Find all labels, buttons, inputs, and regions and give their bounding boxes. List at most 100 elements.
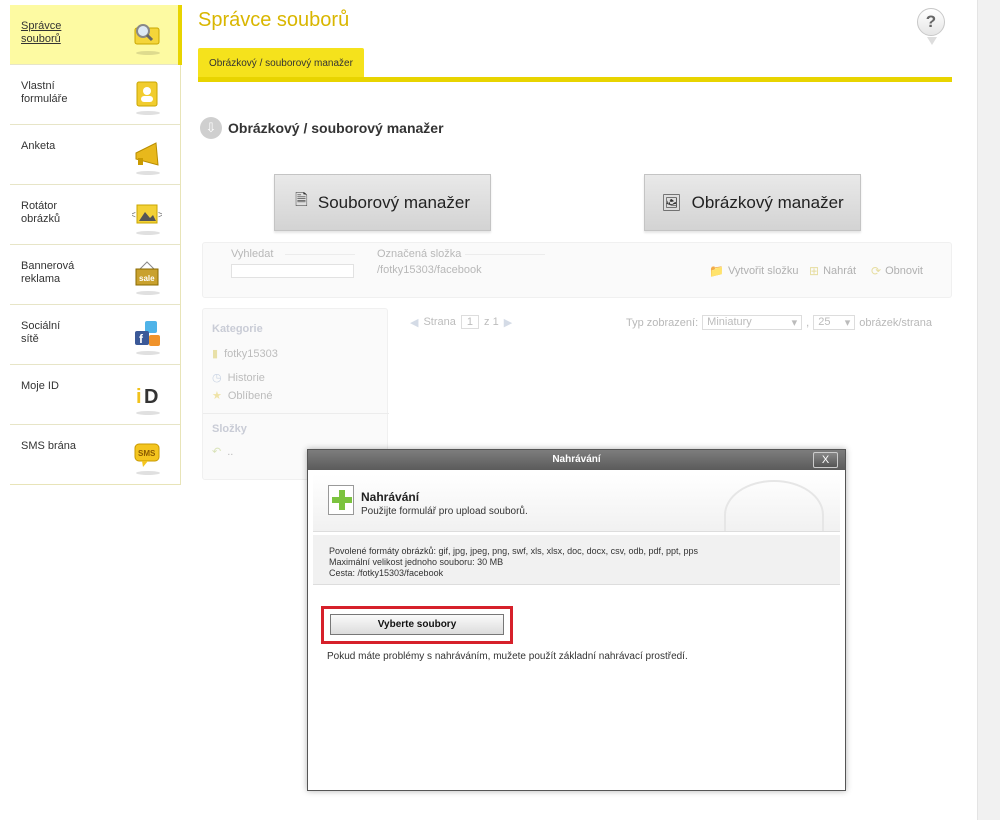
refresh-button[interactable]: ⟳ Obnovit	[871, 264, 923, 278]
sidebar-item-file-manager[interactable]: Správce souborů	[10, 5, 180, 65]
sidebar-item-label: Vlastní formuláře	[21, 80, 68, 105]
sidebar-item-poll[interactable]: Anketa	[10, 125, 180, 185]
section-title: Obrázkový / souborový manažer	[228, 120, 444, 136]
sidebar-item-banner[interactable]: Bannerová reklama sale	[10, 245, 180, 305]
svg-text:sale: sale	[139, 274, 155, 283]
category-label: fotky15303	[224, 347, 278, 360]
divider	[203, 413, 389, 414]
sidebar-item-label: Anketa	[21, 140, 56, 152]
svg-text:>: >	[158, 210, 162, 221]
sidebar-item-social[interactable]: Sociální sítě f	[10, 305, 180, 365]
sidebar-item-label: Bannerová reklama	[21, 260, 75, 285]
category-item[interactable]: ▮ fotky15303	[212, 347, 278, 361]
refresh-label: Obnovit	[885, 265, 923, 277]
create-folder-button[interactable]: 📁 Vytvořit složku	[709, 264, 798, 278]
sidebar: Správce souborů Vlastní formuláře Anketa…	[10, 5, 181, 485]
sidebar-item-label: Rotátor obrázků	[21, 200, 61, 225]
upload-dialog: Nahrávání X Nahrávání Použijte formulář …	[307, 449, 846, 791]
page-of-label: z 1	[484, 316, 499, 328]
upload-info: Povolené formáty obrázků: gif, jpg, jpeg…	[313, 535, 840, 585]
dialog-heading: Nahrávání	[361, 490, 420, 504]
files-icon: 🗎	[294, 192, 308, 209]
chevron-down-icon: ▾	[791, 317, 798, 329]
sidebar-item-label: Sociální sítě	[21, 320, 61, 345]
divider	[465, 254, 545, 255]
sidebar-item-image-rotator[interactable]: Rotátor obrázků < >	[10, 185, 180, 245]
folder-add-icon: 📁	[709, 264, 724, 278]
images-icon: 🖼	[661, 194, 682, 212]
view-type-label: Typ zobrazení:	[626, 316, 699, 329]
mojeid-icon: iD	[132, 379, 162, 415]
dialog-titlebar[interactable]: Nahrávání X	[308, 450, 845, 470]
folder-label: Označená složka	[377, 248, 462, 260]
arrow-down-icon: ⇩	[200, 117, 222, 139]
svg-text:i: i	[136, 386, 142, 408]
max-file-size: Maximální velikost jednoho souboru: 30 M…	[329, 557, 504, 567]
view-type-select[interactable]: Miniatury ▾	[702, 315, 803, 330]
category-item[interactable]: ◷ Historie	[212, 371, 265, 385]
pager: ◀ Strana 1 z 1 ▶	[410, 315, 512, 329]
allowed-formats: Povolené formáty obrázků: gif, jpg, jpeg…	[329, 546, 699, 556]
close-icon[interactable]: X	[813, 452, 838, 468]
sidebar-item-sms-gateway[interactable]: SMS brána SMS	[10, 425, 180, 485]
image-rotator-icon: < >	[130, 199, 164, 235]
per-page-value: 25	[818, 316, 831, 328]
choose-files-button[interactable]: Vyberte soubory	[330, 614, 504, 635]
dialog-header: Nahrávání Použijte formulář pro upload s…	[313, 474, 840, 532]
create-folder-label: Vytvořit složku	[727, 265, 799, 277]
upload-button[interactable]: ⊞ Nahrát	[809, 264, 856, 278]
highlight-box: Vyberte soubory	[321, 606, 513, 644]
sidebar-item-mojeid[interactable]: Moje ID iD	[10, 365, 180, 425]
image-manager-button-label: Obrázkový manažer	[691, 192, 844, 212]
file-manager-button-label: Souborový manažer	[317, 192, 470, 212]
sidebar-item-custom-forms[interactable]: Vlastní formuláře	[10, 65, 180, 125]
scrollbar[interactable]	[977, 0, 1000, 820]
dialog-subtitle: Použijte formulář pro upload souborů.	[361, 506, 528, 517]
file-manager-button[interactable]: 🗎 Souborový manažer	[274, 174, 491, 231]
upload-hint: Pokud máte problémy s nahráváním, mužete…	[327, 651, 688, 662]
document-icon: ▮	[212, 348, 219, 360]
folder-path: /fotky15303/facebook	[377, 264, 482, 276]
manager-toolbar: Vyhledat Označená složka /fotky15303/fac…	[202, 242, 952, 298]
view-options: Typ zobrazení: Miniatury ▾ , 25 ▾ obráze…	[626, 315, 932, 330]
contact-card-icon	[132, 79, 162, 115]
view-type-value: Miniatury	[707, 316, 752, 328]
svg-text:SMS: SMS	[138, 449, 156, 458]
folder-item[interactable]: ↶..	[212, 445, 234, 459]
upload-label: Nahrát	[823, 265, 857, 277]
svg-text:D: D	[144, 386, 158, 408]
refresh-icon: ⟳	[871, 264, 882, 278]
category-item[interactable]: ★ Oblíbené	[212, 389, 273, 403]
search-input[interactable]	[231, 264, 354, 278]
upload-icon: ⊞	[809, 264, 820, 278]
plus-icon	[328, 485, 354, 515]
folder-search-icon	[132, 19, 162, 55]
search-label: Vyhledat	[231, 248, 274, 260]
tab-image-file-manager[interactable]: Obrázkový / souborový manažer	[198, 48, 364, 77]
next-page-icon[interactable]: ▶	[504, 316, 512, 329]
megaphone-icon	[132, 139, 162, 175]
sidebar-item-label: Správce souborů	[21, 20, 62, 45]
sms-icon: SMS	[132, 439, 162, 475]
help-icon[interactable]: ?	[917, 8, 945, 45]
page-input[interactable]: 1	[460, 315, 480, 329]
sidebar-active-indicator	[178, 5, 182, 65]
decorative-logo	[724, 480, 824, 531]
dialog-title: Nahrávání	[552, 454, 601, 465]
image-manager-button[interactable]: 🖼 Obrázkový manažer	[644, 174, 861, 231]
category-label: Historie	[227, 371, 265, 384]
history-icon: ◷	[212, 372, 222, 384]
per-page-label: obrázek/strana	[859, 316, 932, 329]
category-label: Oblíbené	[227, 389, 273, 402]
sidebar-item-label: SMS brána	[21, 440, 77, 452]
folder-label: ..	[227, 445, 234, 458]
section-header: ⇩ Obrázkový / souborový manažer	[200, 117, 444, 139]
folders-heading: Složky	[212, 423, 247, 435]
tab-bar: Obrázkový / souborový manažer	[198, 48, 952, 82]
page-title: Správce souborů	[198, 9, 350, 31]
per-page-select[interactable]: 25 ▾	[813, 315, 856, 330]
divider	[285, 254, 355, 255]
folder-up-icon: ↶	[212, 446, 222, 458]
prev-page-icon[interactable]: ◀	[410, 316, 418, 329]
chevron-down-icon: ▾	[844, 317, 851, 329]
